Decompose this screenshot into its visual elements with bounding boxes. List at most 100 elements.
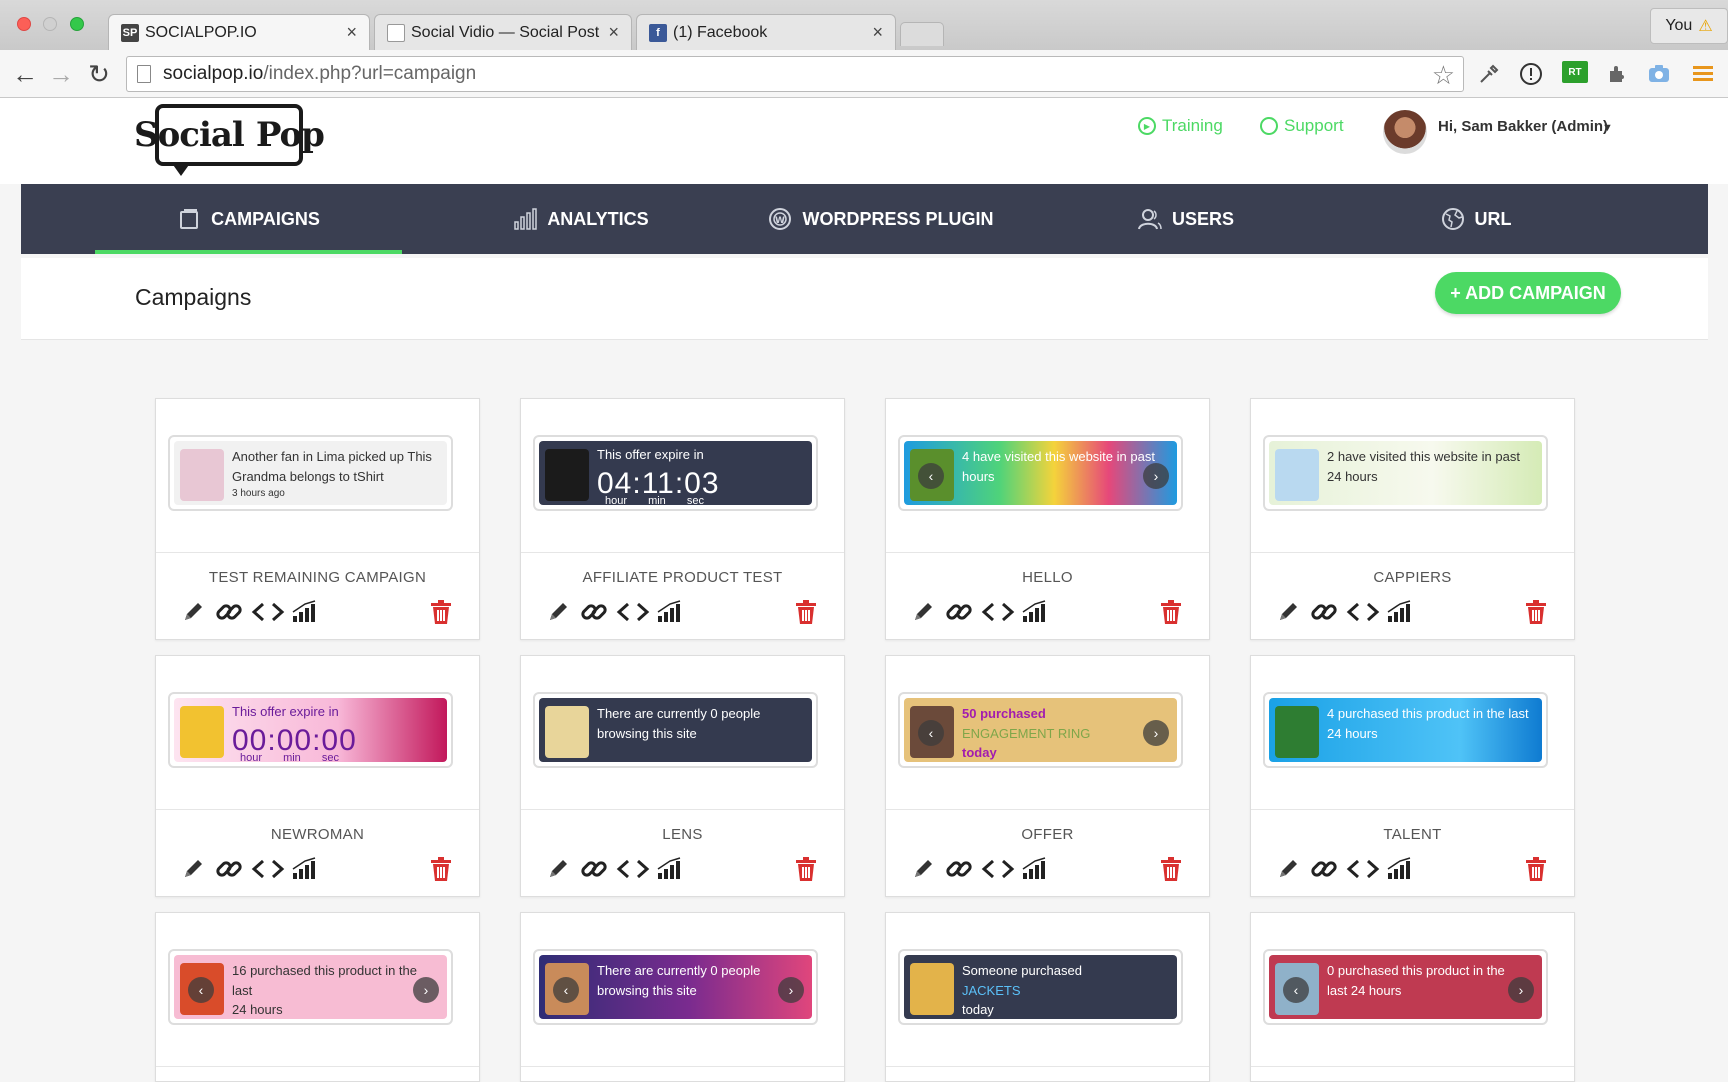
edit-pencil-icon[interactable]: [908, 597, 938, 627]
link-icon[interactable]: [944, 854, 974, 884]
nav-analytics[interactable]: ANALYTICS: [481, 184, 681, 254]
chevron-down-icon[interactable]: ▼: [1602, 122, 1613, 134]
preview-prev-arrow-icon[interactable]: ‹: [553, 977, 579, 1003]
stats-bar-icon[interactable]: [1020, 854, 1050, 884]
link-icon[interactable]: [579, 854, 609, 884]
embed-code-icon[interactable]: [980, 597, 1016, 627]
link-icon[interactable]: [579, 597, 609, 627]
add-campaign-button[interactable]: + ADD CAMPAIGN: [1435, 272, 1621, 314]
socialpop-logo[interactable]: Social Pop: [134, 104, 325, 176]
browser-tab-facebook[interactable]: f (1) Facebook ×: [636, 14, 896, 50]
preview-prev-arrow-icon[interactable]: ‹: [918, 463, 944, 489]
campaign-card[interactable]: 4 have visited this website in past hours…: [885, 398, 1210, 640]
preview-prev-arrow-icon[interactable]: ‹: [1283, 977, 1309, 1003]
delete-trash-icon[interactable]: [426, 597, 456, 627]
nav-url[interactable]: URL: [1421, 184, 1531, 254]
support-link[interactable]: Support: [1260, 116, 1344, 136]
nav-users[interactable]: USERS: [1121, 184, 1251, 254]
campaign-card[interactable]: 0 purchased this product in the last 24 h…: [1250, 912, 1575, 1082]
edit-pencil-icon[interactable]: [543, 597, 573, 627]
delete-trash-icon[interactable]: [1521, 597, 1551, 627]
stats-bar-icon[interactable]: [1020, 597, 1050, 627]
campaign-card[interactable]: Another fan in Lima picked up This Grandm…: [155, 398, 480, 640]
edit-pencil-icon[interactable]: [178, 597, 208, 627]
embed-code-icon[interactable]: [980, 854, 1016, 884]
edit-pencil-icon[interactable]: [1273, 597, 1303, 627]
stats-bar-icon[interactable]: [1385, 597, 1415, 627]
info-extension-icon[interactable]: [1518, 61, 1544, 87]
link-icon[interactable]: [214, 597, 244, 627]
window-close-button[interactable]: [17, 17, 31, 31]
delete-trash-icon[interactable]: [1156, 854, 1186, 884]
embed-code-icon[interactable]: [615, 597, 651, 627]
stats-bar-icon[interactable]: [290, 597, 320, 627]
preview-next-arrow-icon[interactable]: ›: [413, 977, 439, 1003]
preview-prev-arrow-icon[interactable]: ‹: [188, 977, 214, 1003]
stats-bar-icon[interactable]: [1385, 854, 1415, 884]
stats-bar-icon[interactable]: [655, 854, 685, 884]
window-maximize-button[interactable]: [70, 17, 84, 31]
preview-next-arrow-icon[interactable]: ›: [778, 977, 804, 1003]
stats-bar-icon[interactable]: [290, 854, 320, 884]
user-menu[interactable]: Hi, Sam Bakker (Admin): [1438, 118, 1608, 135]
delete-trash-icon[interactable]: [1156, 597, 1186, 627]
delete-trash-icon[interactable]: [426, 854, 456, 884]
training-link[interactable]: ▶ Training: [1138, 116, 1223, 136]
preview-next-arrow-icon[interactable]: ›: [1508, 977, 1534, 1003]
edit-pencil-icon[interactable]: [543, 854, 573, 884]
stats-bar-icon[interactable]: [655, 597, 685, 627]
campaign-card[interactable]: This offer expire in 00:00:00 hour min sec…: [155, 655, 480, 897]
back-arrow-icon[interactable]: ←: [10, 59, 40, 89]
edit-pencil-icon[interactable]: [1273, 854, 1303, 884]
embed-code-icon[interactable]: [250, 854, 286, 884]
campaign-card[interactable]: There are currently 0 people browsing thi…: [520, 655, 845, 897]
preview-line-1: This offer expire in: [597, 447, 704, 462]
campaign-card[interactable]: 50 purchased ENGAGEMENT RING today ‹ › OFFE…: [885, 655, 1210, 897]
campaign-card[interactable]: 16 purchased this product in the last 24 …: [155, 912, 480, 1082]
avatar[interactable]: [1383, 110, 1427, 154]
preview-line-2: last 24 hours: [1327, 982, 1402, 998]
embed-code-icon[interactable]: [250, 597, 286, 627]
tab-close-icon[interactable]: ×: [608, 22, 619, 43]
address-bar[interactable]: socialpop.io/index.php?url=campaign ☆: [126, 56, 1464, 92]
link-icon[interactable]: [1309, 854, 1339, 884]
edit-pencil-icon[interactable]: [908, 854, 938, 884]
preview-prev-arrow-icon[interactable]: ‹: [918, 720, 944, 746]
delete-trash-icon[interactable]: [791, 597, 821, 627]
link-icon[interactable]: [944, 597, 974, 627]
embed-code-icon[interactable]: [615, 854, 651, 884]
delete-trash-icon[interactable]: [1521, 854, 1551, 884]
preview-line-2: 24 hours: [1327, 468, 1378, 484]
campaign-card[interactable]: Someone purchased JACKETS today: [885, 912, 1210, 1082]
rt-extension-icon[interactable]: RT: [1562, 61, 1588, 83]
campaign-card[interactable]: There are currently 0 people browsing thi…: [520, 912, 845, 1082]
reload-icon[interactable]: ↻: [84, 59, 114, 89]
preview-next-arrow-icon[interactable]: ›: [1143, 463, 1169, 489]
edit-pencil-icon[interactable]: [178, 854, 208, 884]
camera-extension-icon[interactable]: [1646, 61, 1672, 87]
link-icon[interactable]: [214, 854, 244, 884]
forward-arrow-icon[interactable]: →: [46, 59, 76, 89]
browser-tab-socialpop[interactable]: SP SOCIALPOP.IO ×: [108, 14, 370, 50]
browser-tab-social-vidio[interactable]: Social Vidio — Social Post ×: [374, 14, 632, 50]
preview-next-arrow-icon[interactable]: ›: [1143, 720, 1169, 746]
nav-wordpress-plugin[interactable]: W WORDPRESS PLUGIN: [756, 184, 1006, 254]
embed-code-icon[interactable]: [1345, 597, 1381, 627]
tab-close-icon[interactable]: ×: [872, 22, 883, 43]
eyedropper-extension-icon[interactable]: [1476, 61, 1502, 87]
nav-campaigns[interactable]: CAMPAIGNS: [95, 184, 402, 254]
link-icon[interactable]: [1309, 597, 1339, 627]
new-tab-button[interactable]: [900, 22, 944, 46]
embed-code-icon[interactable]: [1345, 854, 1381, 884]
tab-close-icon[interactable]: ×: [346, 22, 357, 43]
delete-trash-icon[interactable]: [791, 854, 821, 884]
campaign-card[interactable]: 2 have visited this website in past 24 ho…: [1250, 398, 1575, 640]
preview-line-2: hours: [962, 468, 995, 484]
campaign-card[interactable]: This offer expire in 04:11:03 hour min sec…: [520, 398, 845, 640]
bookmark-star-icon[interactable]: ☆: [1432, 60, 1455, 91]
browser-profile-button[interactable]: You ⚠: [1650, 8, 1728, 44]
puzzle-extension-icon[interactable]: [1604, 61, 1630, 87]
menu-icon[interactable]: [1690, 61, 1716, 87]
window-minimize-button[interactable]: [43, 17, 57, 31]
campaign-card[interactable]: 4 purchased this product in the last 24 h…: [1250, 655, 1575, 897]
